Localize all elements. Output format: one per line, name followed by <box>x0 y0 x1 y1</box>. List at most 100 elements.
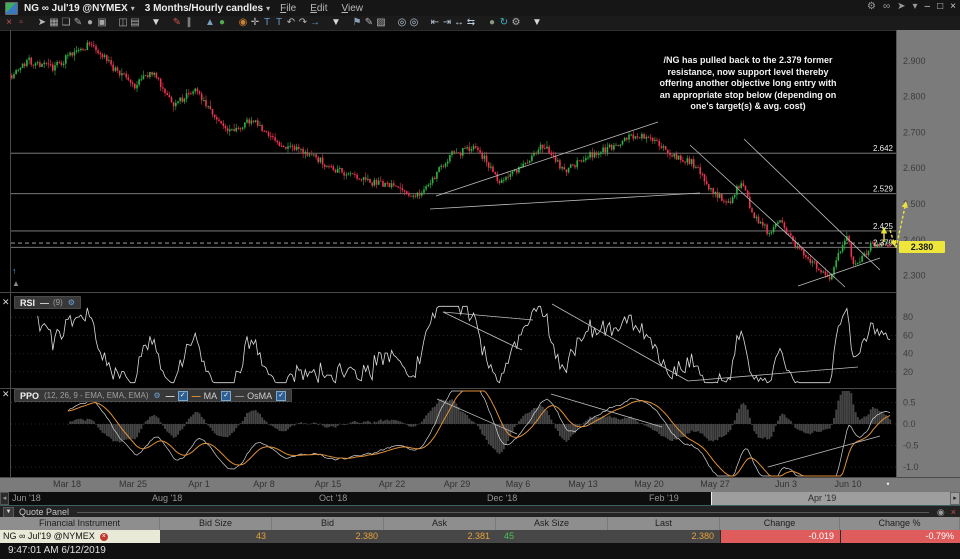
symbol-title[interactable]: NG ∞ Jul'19 @NYMEX <box>24 3 128 14</box>
bar-shift-icon[interactable]: ⇆ <box>465 16 477 30</box>
indicator-flag-icon[interactable]: ⚑ <box>351 16 363 30</box>
pin-icon[interactable]: ➤ <box>897 1 905 12</box>
ellipse-marker-icon[interactable]: ● <box>216 16 228 30</box>
annotation-line-1: resistance, now support level thereby <box>667 66 829 77</box>
minimize-icon[interactable]: – <box>925 1 931 12</box>
ppo-title: PPO <box>20 390 40 401</box>
chart-annotation: /NG has pulled back to the 2.379 former r… <box>612 55 884 113</box>
rsi-title: RSI <box>20 297 36 308</box>
arrow-draw-icon[interactable]: → <box>309 16 321 30</box>
period-caret-icon[interactable]: ▾ <box>266 4 270 13</box>
list-icon[interactable]: ▤ <box>129 16 141 30</box>
refresh-icon[interactable]: ↻ <box>498 16 510 30</box>
crosshair-icon[interactable]: ✛ <box>249 16 261 30</box>
target-icon[interactable]: ◉ <box>237 16 249 30</box>
restore-icon[interactable]: □ <box>937 1 943 12</box>
redo-icon[interactable]: ↷ <box>297 16 309 30</box>
scrollbar-period-label: Jun '18 <box>12 493 41 503</box>
trading-app-window: NG ∞ Jul'19 @NYMEX ▾ 3 Months/Hourly can… <box>0 0 960 559</box>
column-header-ask: Ask <box>384 517 496 530</box>
bid-size-value: 43 <box>255 531 266 541</box>
ppo-settings-icon[interactable]: ⚙ <box>154 391 161 400</box>
svg-text:2.900: 2.900 <box>903 56 926 66</box>
quote-panel-collapse-icon[interactable]: ▼ <box>3 506 14 518</box>
date-tick: Jun 10 <box>834 479 862 489</box>
date-tick: Apr 8 <box>253 479 275 489</box>
globe-icon[interactable]: ● <box>486 16 498 30</box>
remove-instrument-icon[interactable]: × <box>99 532 108 541</box>
zoom-out-icon[interactable]: ◎ <box>408 16 420 30</box>
svg-text:60: 60 <box>903 330 913 340</box>
scrollbar-left-arrow-icon[interactable]: ◂ <box>0 492 9 505</box>
zoom-in-icon[interactable]: ◎ <box>396 16 408 30</box>
text-note-icon[interactable]: T <box>261 16 273 30</box>
page-icon[interactable]: ❏ <box>60 16 72 30</box>
compress-bars-icon[interactable]: ⇤ <box>429 16 441 30</box>
column-header-ask-size: Ask Size <box>496 517 608 530</box>
close-chart-icon[interactable]: × <box>3 16 15 30</box>
bar-width-icon[interactable]: ↔ <box>453 16 465 30</box>
more-dropdown-icon[interactable]: ▼ <box>531 16 543 30</box>
rsi-settings-icon[interactable]: ⚙ <box>68 298 75 307</box>
rsi-close-icon[interactable]: ✕ <box>2 298 10 307</box>
svg-text:2.380: 2.380 <box>911 242 934 252</box>
triangle-marker-icon[interactable]: ▲ <box>204 16 216 30</box>
candlestick-icon[interactable]: ∥ <box>183 16 195 30</box>
expand-bars-icon[interactable]: ⇥ <box>441 16 453 30</box>
link-windows-icon[interactable]: ∞ <box>883 1 890 12</box>
column-header-bid: Bid <box>272 517 384 530</box>
rsi-line-swatch: — <box>40 297 49 308</box>
ppo-legend-swatch-2: — <box>235 390 244 401</box>
menu-bar: File Edit View <box>280 3 377 14</box>
annotation-line-2: offering another objective long entry wi… <box>659 78 837 88</box>
ppo-param: (12, 26, 9 - EMA, EMA, EMA) <box>44 391 149 400</box>
undo-icon[interactable]: ↶ <box>285 16 297 30</box>
scrollbar-thumb[interactable]: Apr '19 <box>711 492 950 505</box>
scrollbar-right-arrow-icon[interactable]: ▸ <box>950 492 960 505</box>
stamp-icon[interactable]: ✎ <box>72 16 84 30</box>
image-icon[interactable]: ▣ <box>96 16 108 30</box>
window-controls: ⚙ ∞ ➤ ▾ – □ × <box>867 1 956 12</box>
menu-view[interactable]: View <box>341 3 363 14</box>
layout-icon[interactable]: ◫ <box>117 16 129 30</box>
menu-file[interactable]: File <box>280 3 296 14</box>
app-logo-icon <box>5 1 18 15</box>
status-bar: 9:47:01 AM 6/12/2019 <box>0 543 960 559</box>
quote-panel-settings-icon[interactable]: ◉ <box>937 507 945 518</box>
settings-gear-icon[interactable]: ⚙ <box>867 1 876 12</box>
trendline-pencil-icon[interactable]: ✎ <box>171 16 183 30</box>
period-title[interactable]: 3 Months/Hourly candles <box>145 3 263 14</box>
hatch-pattern-icon[interactable]: ▨ <box>375 16 387 30</box>
annotation-line-0: /NG has pulled back to the 2.379 former <box>663 55 833 65</box>
quote-instrument-cell[interactable]: NG ∞ Jul'19 @NYMEX × <box>0 530 160 543</box>
bid-value: 2.380 <box>355 531 378 541</box>
selection-box-icon[interactable]: ▫ <box>15 16 27 30</box>
pin-caret-icon[interactable]: ▾ <box>913 1 918 12</box>
column-header-financial-instrument: Financial Instrument <box>0 517 160 530</box>
date-tick: Jun 3 <box>774 479 798 489</box>
ppo-legend-checkbox-2[interactable]: ✓ <box>276 390 287 401</box>
grid-icon[interactable]: ▦ <box>48 16 60 30</box>
last-value: 2.380 <box>691 531 714 541</box>
ask-value: 2.381 <box>467 531 490 541</box>
ppo-close-icon[interactable]: ✕ <box>2 390 10 399</box>
ppo-legend-checkbox-1[interactable]: ✓ <box>221 390 232 401</box>
annotate-pencil-icon[interactable]: ✎ <box>363 16 375 30</box>
cursor-icon[interactable]: ➤ <box>36 16 48 30</box>
date-tick: May 13 <box>568 479 598 489</box>
close-icon[interactable]: × <box>950 1 956 12</box>
shape-circle-icon[interactable]: ● <box>84 16 96 30</box>
svg-text:40: 40 <box>903 349 913 359</box>
column-header-last: Last <box>608 517 720 530</box>
menu-edit[interactable]: Edit <box>310 3 327 14</box>
ppo-legend-checkbox-0[interactable]: ✓ <box>177 390 188 401</box>
text-label-icon[interactable]: T <box>273 16 285 30</box>
symbol-caret-icon[interactable]: ▾ <box>131 4 135 13</box>
quote-panel-close-icon[interactable]: × <box>951 507 956 518</box>
quote-columns-header: Financial Instrument Bid Size Bid Ask Ask Si… <box>0 517 960 530</box>
chart-scrollbar[interactable]: ◂ Apr '19 ▸ Jun '18 Aug '18 Oct '18 Dec '18… <box>0 492 960 505</box>
date-tick: Mar 25 <box>118 479 148 489</box>
wrench-icon[interactable]: ⚙ <box>510 16 522 30</box>
drawings-dropdown-icon[interactable]: ▼ <box>330 16 342 30</box>
tools-dropdown-icon[interactable]: ▼ <box>150 16 162 30</box>
